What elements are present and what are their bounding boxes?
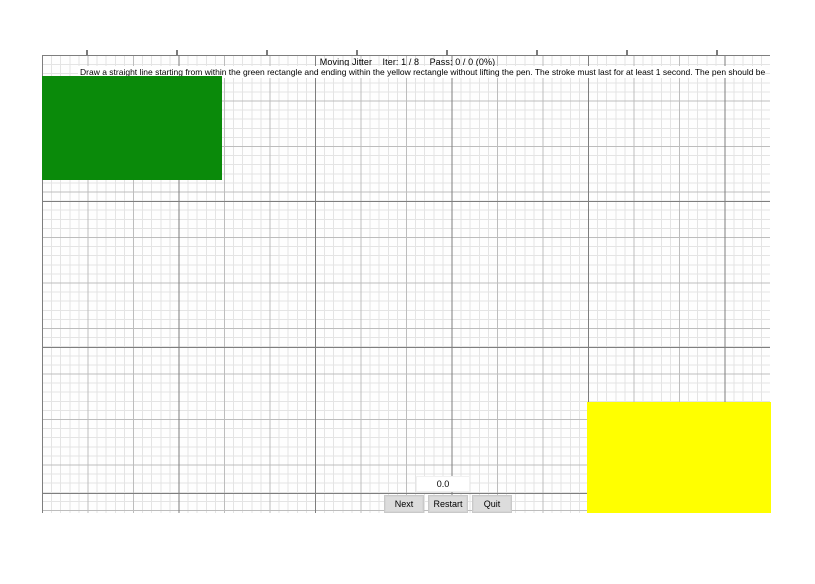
next-button[interactable]: Next xyxy=(384,495,424,513)
button-bar: Next Restart Quit xyxy=(384,495,512,513)
quit-button[interactable]: Quit xyxy=(472,495,512,513)
start-target-rect xyxy=(42,76,222,180)
end-target-rect xyxy=(587,402,771,513)
readout-value: 0.0 xyxy=(416,476,470,492)
restart-button[interactable]: Restart xyxy=(428,495,468,513)
